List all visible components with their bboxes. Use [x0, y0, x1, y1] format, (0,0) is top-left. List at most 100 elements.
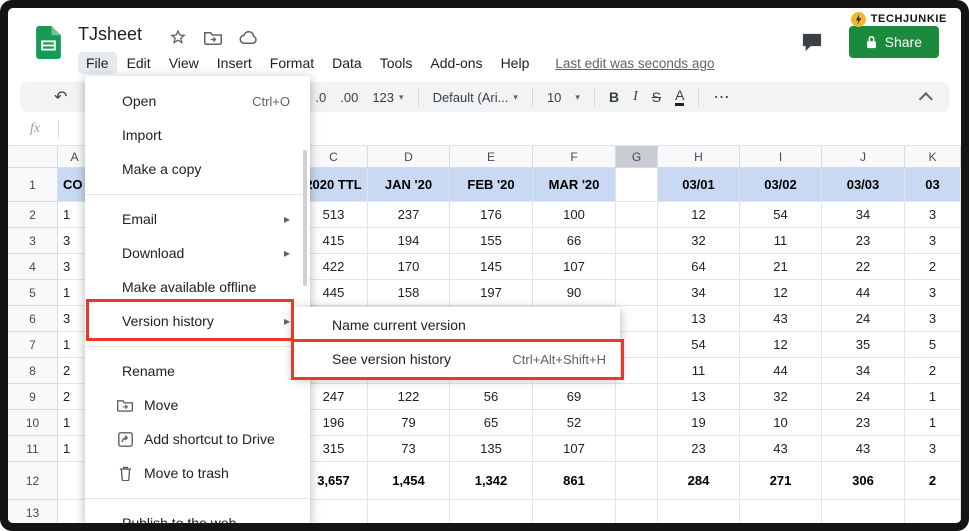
- cell-D12[interactable]: 1,454: [368, 462, 450, 500]
- cell-E5[interactable]: 197: [450, 280, 533, 306]
- menubar-insert[interactable]: Insert: [209, 52, 260, 74]
- cell-I4[interactable]: 21: [740, 254, 822, 280]
- cell-F10[interactable]: 52: [533, 410, 616, 436]
- cell-I5[interactable]: 12: [740, 280, 822, 306]
- cell-H8[interactable]: 11: [658, 358, 740, 384]
- row-header-4[interactable]: 4: [8, 254, 58, 280]
- cell-C5[interactable]: 445: [300, 280, 368, 306]
- cell-J8[interactable]: 34: [822, 358, 905, 384]
- cell-C1[interactable]: 2020 TTL: [300, 168, 368, 202]
- cell-G7[interactable]: [616, 332, 658, 358]
- cell-F4[interactable]: 107: [533, 254, 616, 280]
- decrease-decimal-button[interactable]: .0: [315, 90, 326, 105]
- cell-G5[interactable]: [616, 280, 658, 306]
- cell-F5[interactable]: 90: [533, 280, 616, 306]
- cell-G13[interactable]: [616, 500, 658, 523]
- cell-E10[interactable]: 65: [450, 410, 533, 436]
- row-header-12[interactable]: 12: [8, 462, 58, 500]
- cell-E9[interactable]: 56: [450, 384, 533, 410]
- file-menu-item-move-to-trash[interactable]: Move to trash: [85, 456, 310, 490]
- cell-K3[interactable]: 3: [905, 228, 961, 254]
- column-header-G[interactable]: G: [616, 146, 658, 168]
- more-options-button[interactable]: ⋯: [713, 87, 729, 107]
- file-menu-item-email[interactable]: Email▸: [85, 202, 310, 236]
- cell-H4[interactable]: 64: [658, 254, 740, 280]
- cell-J9[interactable]: 24: [822, 384, 905, 410]
- cell-G11[interactable]: [616, 436, 658, 462]
- cell-J12[interactable]: 306: [822, 462, 905, 500]
- cell-G12[interactable]: [616, 462, 658, 500]
- column-header-J[interactable]: J: [822, 146, 905, 168]
- cell-J13[interactable]: [822, 500, 905, 523]
- cell-I7[interactable]: 12: [740, 332, 822, 358]
- cell-D9[interactable]: 122: [368, 384, 450, 410]
- cell-D3[interactable]: 194: [368, 228, 450, 254]
- text-color-button[interactable]: A: [675, 88, 684, 106]
- cell-D13[interactable]: [368, 500, 450, 523]
- menubar-tools[interactable]: Tools: [372, 52, 421, 74]
- cell-E13[interactable]: [450, 500, 533, 523]
- last-edit-link[interactable]: Last edit was seconds ago: [555, 56, 714, 71]
- font-family-select[interactable]: Default (Ari...▾: [433, 90, 518, 105]
- row-header-3[interactable]: 3: [8, 228, 58, 254]
- collapse-toolbar-icon[interactable]: [919, 92, 933, 106]
- cell-K6[interactable]: 3: [905, 306, 961, 332]
- cell-I12[interactable]: 271: [740, 462, 822, 500]
- cell-J5[interactable]: 44: [822, 280, 905, 306]
- row-header-8[interactable]: 8: [8, 358, 58, 384]
- sheets-logo-icon[interactable]: [36, 26, 61, 64]
- cell-H7[interactable]: 54: [658, 332, 740, 358]
- cell-J3[interactable]: 23: [822, 228, 905, 254]
- menubar-data[interactable]: Data: [324, 52, 370, 74]
- cell-K7[interactable]: 5: [905, 332, 961, 358]
- star-icon[interactable]: [170, 29, 186, 50]
- row-header-2[interactable]: 2: [8, 202, 58, 228]
- row-header-13[interactable]: 13: [8, 500, 58, 523]
- cell-F13[interactable]: [533, 500, 616, 523]
- cell-G10[interactable]: [616, 410, 658, 436]
- cell-I9[interactable]: 32: [740, 384, 822, 410]
- cell-E1[interactable]: FEB '20: [450, 168, 533, 202]
- cell-K1[interactable]: 03: [905, 168, 961, 202]
- cell-H12[interactable]: 284: [658, 462, 740, 500]
- cell-H9[interactable]: 13: [658, 384, 740, 410]
- cell-J7[interactable]: 35: [822, 332, 905, 358]
- cell-I10[interactable]: 10: [740, 410, 822, 436]
- file-menu-item-make-a-copy[interactable]: Make a copy: [85, 152, 310, 186]
- row-header-6[interactable]: 6: [8, 306, 58, 332]
- cell-J2[interactable]: 34: [822, 202, 905, 228]
- file-menu-item-rename[interactable]: Rename: [85, 354, 310, 388]
- cell-C12[interactable]: 3,657: [300, 462, 368, 500]
- column-header-I[interactable]: I: [740, 146, 822, 168]
- menubar-edit[interactable]: Edit: [119, 52, 159, 74]
- cell-C13[interactable]: [300, 500, 368, 523]
- cell-G9[interactable]: [616, 384, 658, 410]
- submenu-item-name-current-version[interactable]: Name current version: [293, 308, 620, 342]
- file-menu-item-open[interactable]: OpenCtrl+O: [85, 84, 310, 118]
- menu-scrollbar-thumb[interactable]: [303, 150, 307, 286]
- cell-K5[interactable]: 3: [905, 280, 961, 306]
- cell-C11[interactable]: 315: [300, 436, 368, 462]
- file-menu-item-publish-to-the-web[interactable]: Publish to the web: [85, 506, 310, 523]
- cell-I11[interactable]: 43: [740, 436, 822, 462]
- cell-G3[interactable]: [616, 228, 658, 254]
- cell-K2[interactable]: 3: [905, 202, 961, 228]
- cloud-check-icon[interactable]: [238, 31, 258, 50]
- cell-D2[interactable]: 237: [368, 202, 450, 228]
- cell-C3[interactable]: 415: [300, 228, 368, 254]
- cell-D10[interactable]: 79: [368, 410, 450, 436]
- cell-H2[interactable]: 12: [658, 202, 740, 228]
- cell-H6[interactable]: 13: [658, 306, 740, 332]
- cell-J1[interactable]: 03/03: [822, 168, 905, 202]
- cell-I1[interactable]: 03/02: [740, 168, 822, 202]
- menubar-add-ons[interactable]: Add-ons: [422, 52, 490, 74]
- column-header-F[interactable]: F: [533, 146, 616, 168]
- italic-button[interactable]: I: [633, 89, 638, 105]
- cell-F3[interactable]: 66: [533, 228, 616, 254]
- cell-G8[interactable]: [616, 358, 658, 384]
- cell-F9[interactable]: 69: [533, 384, 616, 410]
- undo-icon[interactable]: ↶: [54, 87, 67, 107]
- cell-I8[interactable]: 44: [740, 358, 822, 384]
- cell-K4[interactable]: 2: [905, 254, 961, 280]
- cell-F12[interactable]: 861: [533, 462, 616, 500]
